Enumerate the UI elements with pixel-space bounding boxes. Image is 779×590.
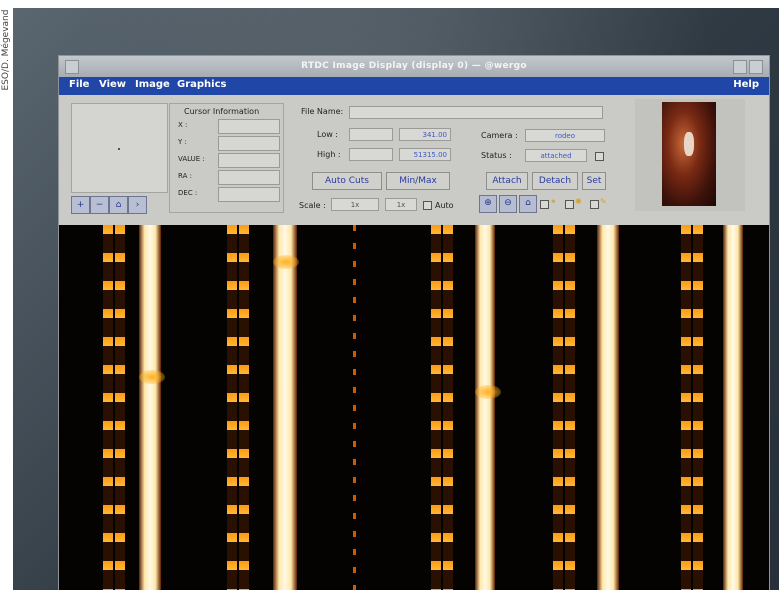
set-button[interactable]: Set xyxy=(582,172,606,190)
overlay-toggle-2[interactable] xyxy=(565,200,574,209)
camera-label: Camera : xyxy=(481,131,518,140)
zoom-in-icon[interactable]: + xyxy=(71,196,90,214)
cursor-information-box: Cursor Information X : Y : VALUE : RA : … xyxy=(169,103,284,213)
image-display-canvas[interactable] xyxy=(59,225,769,590)
bright-trace xyxy=(597,225,619,590)
status-value: attached xyxy=(525,149,587,162)
menu-view[interactable]: View xyxy=(99,79,126,90)
cursor-x-field xyxy=(218,119,280,134)
high-input[interactable] xyxy=(349,148,393,161)
overlay-toggle-3[interactable] xyxy=(590,200,599,209)
maximize-button[interactable] xyxy=(749,60,763,74)
control-panel: + − ⌂ › Cursor Information X : Y : VALUE… xyxy=(59,95,769,225)
zoom-out-icon[interactable]: − xyxy=(90,196,109,214)
bright-trace xyxy=(723,225,743,590)
menu-file[interactable]: File xyxy=(69,79,89,90)
cursor-x-label: X : xyxy=(178,121,188,129)
menu-bar: File View Image Graphics Help xyxy=(59,77,769,95)
menu-image[interactable]: Image xyxy=(135,79,170,90)
cursor-value-field xyxy=(218,153,280,168)
thumbnail-panel xyxy=(635,99,745,211)
status-label: Status : xyxy=(481,151,512,160)
arrow-icon[interactable]: › xyxy=(128,196,147,214)
menu-graphics[interactable]: Graphics xyxy=(177,79,226,90)
zoom-fit-icon[interactable]: ⊖ xyxy=(499,195,517,213)
attach-button[interactable]: Attach xyxy=(486,172,528,190)
sun-icon: ✺ xyxy=(575,197,582,206)
scale-x-select[interactable]: 1x xyxy=(331,198,379,211)
echelle-order-column xyxy=(103,225,125,590)
cursor-dec-field xyxy=(218,187,280,202)
window-titlebar[interactable]: RTDC Image Display (display 0) — @wergo xyxy=(59,56,769,77)
status-checkbox[interactable] xyxy=(595,152,604,161)
cursor-value-label: VALUE : xyxy=(178,155,205,163)
cursor-ra-label: RA : xyxy=(178,172,192,180)
low-value: 341.00 xyxy=(399,128,451,141)
echelle-order-column xyxy=(431,225,453,590)
zoom-area-icon[interactable]: ⊕ xyxy=(479,195,497,213)
file-name-label: File Name: xyxy=(301,107,344,116)
star-icon: ✦ xyxy=(550,197,557,206)
detach-button[interactable]: Detach xyxy=(532,172,578,190)
photo-credit: ESO/D. Mégevand xyxy=(1,9,11,91)
auto-checkbox[interactable] xyxy=(423,201,432,210)
high-value: 51315.00 xyxy=(399,148,451,161)
low-label: Low : xyxy=(317,130,338,139)
cursor-y-label: Y : xyxy=(178,138,187,146)
bright-spot xyxy=(475,385,501,399)
bright-trace xyxy=(475,225,495,590)
faint-trace xyxy=(353,225,356,590)
echelle-order-column xyxy=(681,225,703,590)
rtd-window: RTDC Image Display (display 0) — @wergo … xyxy=(59,56,769,590)
cursor-info-title: Cursor Information xyxy=(184,107,260,116)
pencil-icon: ✎ xyxy=(600,197,607,206)
home-view-icon[interactable]: ⌂ xyxy=(519,195,537,213)
scale-y-select[interactable]: 1x xyxy=(385,198,417,211)
file-name-field[interactable] xyxy=(349,106,603,119)
window-menu-button[interactable] xyxy=(65,60,79,74)
panner-marker xyxy=(118,148,120,150)
camera-value: rodeo xyxy=(525,129,605,142)
cursor-dec-label: DEC : xyxy=(178,189,198,197)
panner-view[interactable] xyxy=(71,103,168,193)
window-title: RTDC Image Display (display 0) — @wergo xyxy=(301,61,527,71)
menu-help[interactable]: Help xyxy=(733,79,759,90)
bright-spot xyxy=(139,370,165,384)
cursor-y-field xyxy=(218,136,280,151)
auto-cuts-button[interactable]: Auto Cuts xyxy=(312,172,382,190)
minimize-button[interactable] xyxy=(733,60,747,74)
low-input[interactable] xyxy=(349,128,393,141)
high-label: High : xyxy=(317,150,341,159)
monitor-photo: RTDC Image Display (display 0) — @wergo … xyxy=(13,8,779,590)
bright-trace xyxy=(273,225,297,590)
home-icon[interactable]: ⌂ xyxy=(109,196,128,214)
min-max-button[interactable]: Min/Max xyxy=(386,172,450,190)
bright-trace xyxy=(139,225,161,590)
scale-label: Scale : xyxy=(299,201,326,210)
echelle-order-column xyxy=(553,225,575,590)
auto-label: Auto xyxy=(435,201,454,210)
bright-spot xyxy=(273,255,299,269)
thumbnail-image xyxy=(662,102,716,206)
overlay-toggle-1[interactable] xyxy=(540,200,549,209)
echelle-order-column xyxy=(227,225,249,590)
cursor-ra-field xyxy=(218,170,280,185)
